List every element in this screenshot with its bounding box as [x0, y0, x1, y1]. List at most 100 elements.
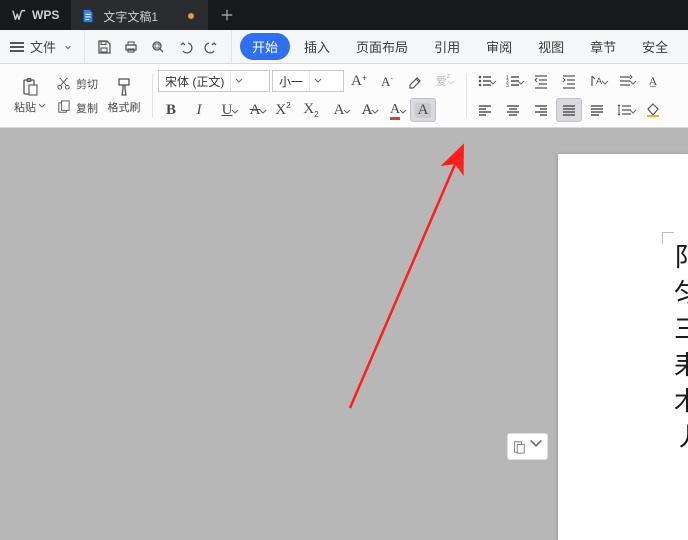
numbering-button[interactable]: 123: [500, 69, 526, 93]
chevron-down-icon: [259, 103, 267, 121]
tab-label: 开始: [252, 40, 278, 55]
chevron-down-icon: [447, 74, 455, 92]
tab-layout[interactable]: 页面布局: [344, 33, 420, 60]
workspace[interactable]: 阝 匀 三 耒 木 丿: [0, 128, 688, 540]
tab-view[interactable]: 视图: [526, 33, 576, 60]
quick-access-toolbar: [84, 30, 232, 63]
group-font: 宋体 (正文) 小一 A+ A- 爱z B I U A X2 X2 A: [152, 67, 462, 124]
line-spacing-button[interactable]: [612, 98, 638, 122]
change-case-button[interactable]: A: [326, 98, 352, 122]
tab-review[interactable]: 审阅: [474, 33, 524, 60]
tab-safe[interactable]: 安全: [630, 33, 680, 60]
font-name-select[interactable]: 宋体 (正文): [158, 70, 270, 92]
text-effects-button[interactable]: A: [354, 98, 380, 122]
qat-print-button[interactable]: [118, 34, 144, 60]
tab-ref[interactable]: 引用: [422, 33, 472, 60]
align-center-button[interactable]: [500, 98, 526, 122]
shrink-font-button[interactable]: A-: [374, 69, 400, 93]
document-page[interactable]: 阝 匀 三 耒 木 丿: [558, 154, 688, 540]
char-shading-button[interactable]: A: [410, 98, 436, 122]
chevron-down-icon: [38, 101, 46, 113]
underline-button[interactable]: U: [214, 98, 240, 122]
chevron-down-icon: [231, 103, 239, 121]
font-size-select[interactable]: 小一: [272, 70, 344, 92]
qat-redo-button[interactable]: [199, 34, 225, 60]
tab-label: 插入: [304, 40, 330, 55]
document-text[interactable]: 阝 匀 三 耒 木 丿: [558, 240, 688, 456]
tab-chapter[interactable]: 章节: [578, 33, 628, 60]
tab-label: 页面布局: [356, 40, 408, 55]
char-scale-button[interactable]: A̲: [640, 69, 666, 93]
tab-label: 章节: [590, 40, 616, 55]
tab-label: 视图: [538, 40, 564, 55]
align-left-button[interactable]: [472, 98, 498, 122]
phonetic-guide-button[interactable]: 爱z: [430, 69, 456, 93]
ribbon: 粘贴 剪切 复制 格式刷 宋体 (正文) 小一: [0, 64, 688, 128]
tab-label: 安全: [642, 40, 668, 55]
unsaved-dot-icon: [188, 13, 194, 19]
text-direction-button[interactable]: A: [584, 69, 610, 93]
document-tab-title: 文字文稿1: [103, 8, 158, 25]
align-distribute-button[interactable]: [584, 98, 610, 122]
chevron-down-icon: [309, 71, 325, 91]
bullets-button[interactable]: [472, 69, 498, 93]
paste-label: 粘贴: [14, 99, 36, 115]
cut-label: 剪切: [76, 76, 98, 92]
qat-undo-button[interactable]: [172, 34, 198, 60]
cut-button[interactable]: 剪切: [52, 74, 102, 94]
shading-button[interactable]: [640, 98, 666, 122]
chevron-down-icon: [343, 103, 351, 121]
font-color-button[interactable]: A: [382, 98, 408, 122]
paste-options-floater[interactable]: [507, 433, 548, 460]
tab-label: 审阅: [486, 40, 512, 55]
menu-bar: 文件 开始 插入 页面布局 引用 审阅 视图 章节 安全: [0, 30, 688, 64]
hamburger-icon: [10, 42, 24, 52]
chevron-down-icon: [64, 39, 72, 54]
decrease-indent-button[interactable]: [528, 69, 554, 93]
wps-logo-icon: [12, 8, 26, 22]
chevron-down-icon: [371, 103, 379, 121]
italic-button[interactable]: I: [186, 98, 212, 122]
app-name: WPS: [32, 8, 59, 22]
tab-insert[interactable]: 插入: [292, 33, 342, 60]
superscript-button[interactable]: X2: [270, 98, 296, 122]
chevron-down-icon: [489, 74, 497, 92]
ribbon-tabs: 开始 插入 页面布局 引用 审阅 视图 章节 安全: [234, 30, 680, 63]
bold-button[interactable]: B: [158, 98, 184, 122]
svg-text:3: 3: [506, 83, 509, 89]
document-tab[interactable]: 文字文稿1: [71, 0, 208, 30]
grow-font-button[interactable]: A+: [346, 69, 372, 93]
copy-button[interactable]: 复制: [52, 98, 102, 118]
strikethrough-button[interactable]: A: [242, 98, 268, 122]
qat-print-preview-button[interactable]: [145, 34, 171, 60]
align-justify-button[interactable]: [556, 98, 582, 122]
title-bar: WPS 文字文稿1: [0, 0, 688, 30]
format-painter-button[interactable]: 格式刷: [106, 67, 142, 124]
new-tab-button[interactable]: [208, 0, 246, 30]
font-size-value: 小一: [273, 73, 309, 90]
increase-indent-button[interactable]: [556, 69, 582, 93]
margin-mark-icon: [662, 232, 674, 244]
chevron-down-icon: [230, 71, 246, 91]
paste-button[interactable]: 粘贴: [12, 67, 48, 124]
chevron-down-icon: [629, 74, 637, 92]
line-sort-button[interactable]: [612, 69, 638, 93]
tab-start[interactable]: 开始: [240, 33, 290, 60]
group-clipboard: 粘贴 剪切 复制 格式刷: [6, 67, 148, 124]
align-right-button[interactable]: [528, 98, 554, 122]
chevron-down-icon: [629, 103, 637, 121]
chevron-down-icon: [601, 74, 609, 92]
format-painter-label: 格式刷: [108, 99, 141, 115]
file-menu-label: 文件: [30, 37, 56, 56]
group-paragraph: 123 A A̲: [466, 67, 672, 124]
subscript-button[interactable]: X2: [298, 98, 324, 122]
chevron-down-icon: [517, 74, 525, 92]
file-menu-button[interactable]: 文件: [0, 30, 82, 63]
chevron-down-icon: [529, 437, 543, 456]
chevron-down-icon: [399, 103, 407, 121]
paste-options-icon: [512, 440, 526, 454]
qat-save-button[interactable]: [91, 34, 117, 60]
doc-icon: [81, 9, 95, 23]
clear-format-button[interactable]: [402, 69, 428, 93]
font-name-value: 宋体 (正文): [159, 73, 230, 90]
